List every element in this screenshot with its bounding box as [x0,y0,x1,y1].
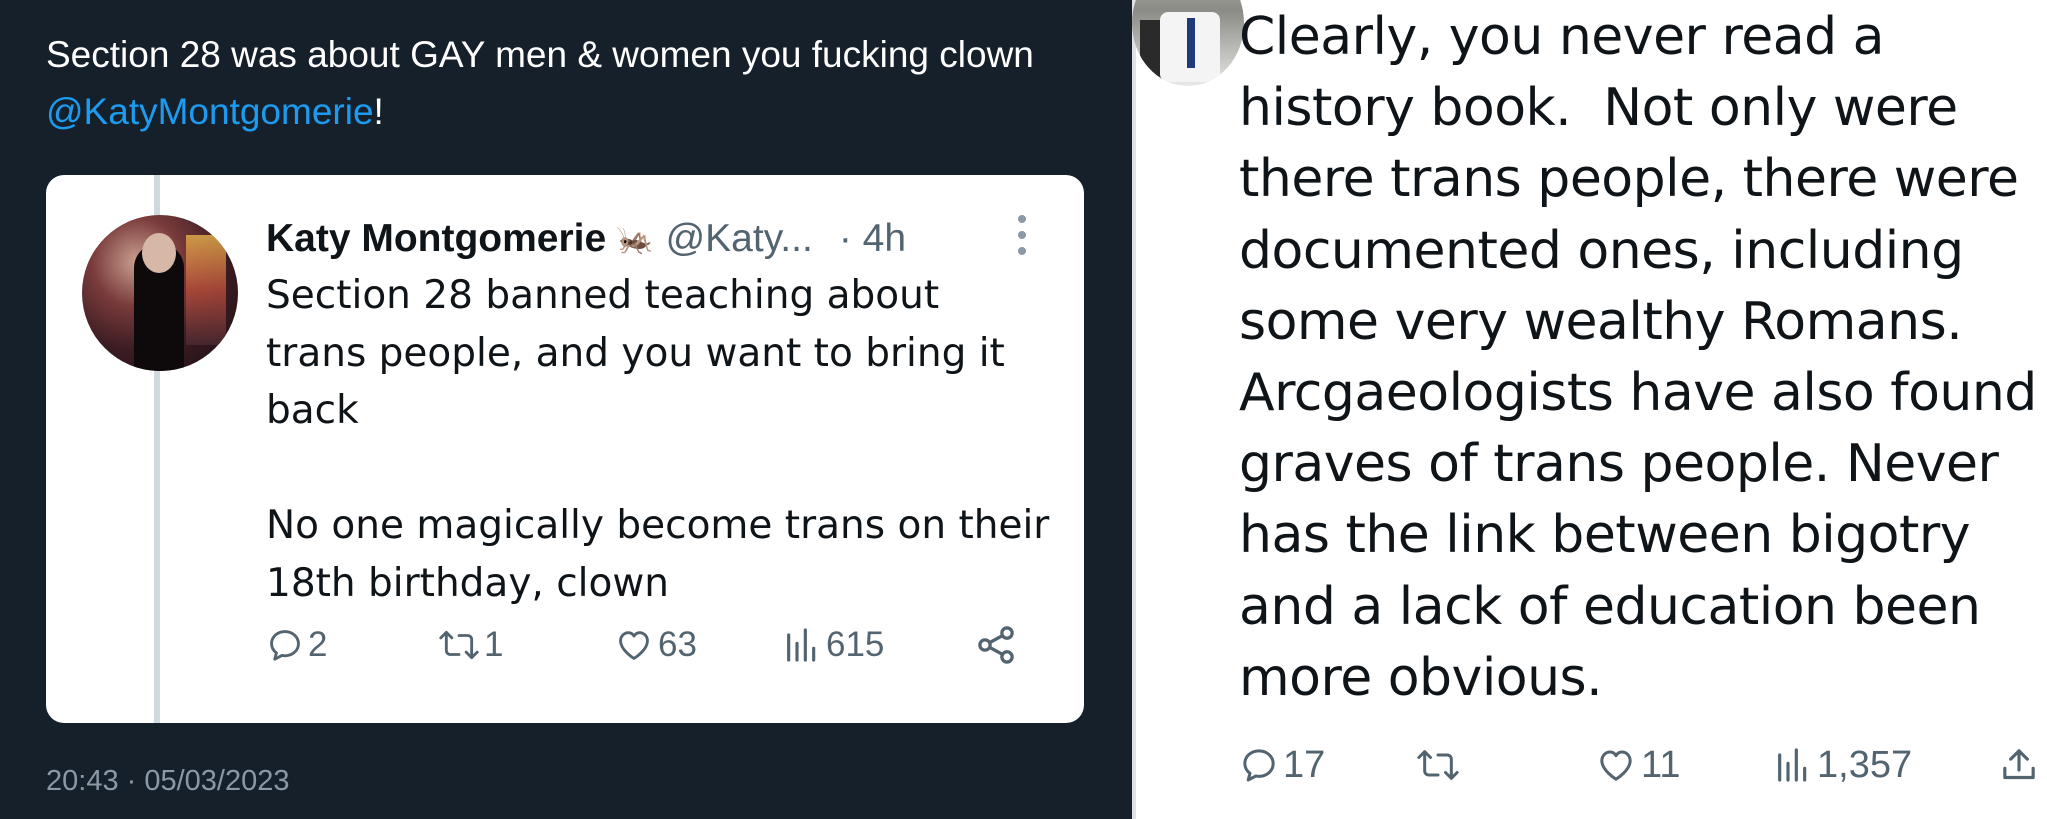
avatar[interactable] [82,215,238,371]
views-button[interactable]: 615 [782,615,884,675]
reply-icon [1243,749,1275,782]
reply-icon [270,630,300,661]
share-icon [978,626,1014,664]
like-icon [1600,750,1632,781]
reply-button[interactable]: 2 [266,615,327,675]
like-count: 63 [658,625,697,664]
user-handle[interactable]: @Katy... [666,217,813,261]
display-name[interactable]: Katy Montgomerie [266,217,606,261]
tweet-text: Section 28 was about GAY men & women you… [46,26,1106,140]
tweet-text-main: Section 28 was about GAY men & women you… [46,34,1034,75]
tweet-timestamp[interactable]: 20:43 · 05/03/2023 [46,765,289,798]
reply-count: 17 [1283,743,1326,786]
mention-link[interactable]: @KatyMontgomerie [46,91,374,132]
avatar-face [142,233,176,273]
retweet-icon [439,630,479,660]
views-icon [1778,748,1807,782]
share-button[interactable] [974,615,1018,675]
like-button[interactable]: 63 [614,615,697,675]
avatar-tie [1187,18,1195,68]
avatar-bg [186,235,226,345]
retweet-count: 1 [484,625,504,664]
views-count: 615 [826,625,885,664]
like-count: 11 [1641,743,1681,786]
avatar-coat [1140,20,1162,86]
action-bar: 2 1 63 615 [266,615,1066,675]
action-bar: 17 11 1,357 [1239,735,2039,795]
tweet-time[interactable]: · 4h [839,217,906,261]
quoted-tweet-header: Katy Montgomerie 🦗 @Katy... · 4h [266,213,906,265]
like-button[interactable]: 11 [1595,735,1680,795]
quoted-tweet-card[interactable]: Katy Montgomerie 🦗 @Katy... · 4h Section… [46,175,1084,723]
views-button[interactable]: 1,357 [1773,735,1912,795]
quoted-tweet-body: Section 28 banned teaching about trans p… [266,273,1050,606]
reply-count: 2 [308,625,328,664]
retweet-button[interactable] [1415,735,1465,795]
retweet-icon [1417,750,1459,780]
retweet-button[interactable]: 1 [438,615,503,675]
cricket-emoji: 🦗 [616,222,654,256]
left-tweet-panel: Section 28 was about GAY men & women you… [0,0,1132,819]
tweet-text-end: ! [373,91,384,132]
reply-tweet-body: Clearly, you never read a history book. … [1239,7,2037,708]
right-reply-panel: Clearly, you never read a history book. … [1132,0,2047,819]
like-icon [619,631,649,660]
reply-button[interactable]: 17 [1239,735,1325,795]
views-icon [787,628,816,662]
upload-button[interactable] [1999,735,2039,795]
more-icon[interactable] [1018,215,1026,255]
avatar[interactable] [1132,0,1244,86]
upload-icon [2003,749,2035,780]
views-count: 1,357 [1817,743,1913,786]
